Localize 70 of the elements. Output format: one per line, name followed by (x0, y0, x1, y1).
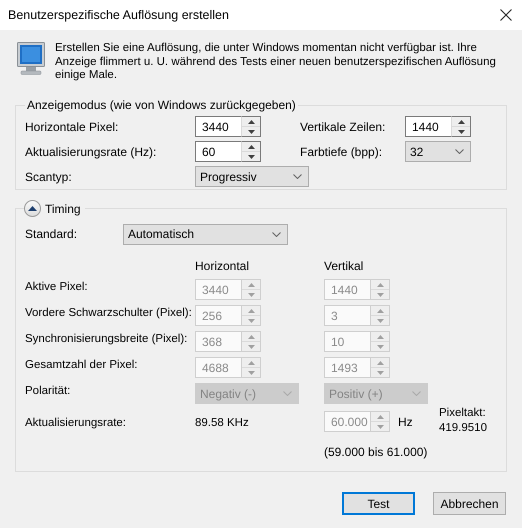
increment-button[interactable] (242, 117, 260, 126)
field-label: Polarität: (25, 384, 72, 397)
chevron-down-icon (293, 174, 302, 179)
field-label: Aktive Pixel: (25, 280, 89, 293)
down-arrow-icon (376, 292, 384, 296)
chevron-down-icon (412, 391, 421, 396)
field-label: Gesamtzahl der Pixel: (25, 358, 138, 371)
number-field[interactable]: 3440 (195, 116, 241, 137)
increment-button[interactable] (452, 117, 470, 126)
frequency-value: 89.58 KHz (195, 416, 250, 429)
increment-button[interactable] (242, 142, 260, 151)
down-arrow-icon (376, 424, 384, 428)
pixel-clock-label: Pixeltakt: (439, 407, 487, 419)
field-label: Vordere Schwarzschulter (Pixel): (25, 306, 193, 319)
down-arrow-icon (458, 130, 464, 134)
field-label: Synchronisierungsbreite (Pixel): (25, 332, 188, 345)
down-arrow-icon (376, 318, 384, 322)
number-field[interactable]: 1440 (405, 116, 451, 137)
monitor-icon (17, 42, 45, 75)
unit-label: Hz (398, 414, 413, 428)
description-text: Erstellen Sie eine Auflösung, die unter Windows momentan nicht verfügbar ist. Ihre Anzeige flimmert u. U. während des Tests einer neuen benutzerspezifischen Auflösung einige Male. (55, 42, 497, 83)
up-arrow-icon (376, 282, 384, 286)
dropdown[interactable]: 32 (405, 141, 471, 162)
up-arrow-icon (376, 308, 384, 312)
field-label: Farbtiefe (bpp): (300, 144, 384, 158)
decrement-button[interactable] (242, 126, 260, 136)
up-arrow-icon (458, 120, 464, 124)
field-label: Aktualisierungsrate (Hz): (25, 144, 158, 158)
up-arrow-icon (248, 334, 254, 338)
column-header: Horizontal (195, 259, 250, 273)
up-arrow-icon (248, 282, 254, 286)
up-arrow-icon (28, 206, 37, 211)
up-arrow-icon (248, 360, 254, 364)
field-label: Scantyp: (25, 170, 73, 184)
number-field[interactable]: 60 (195, 141, 241, 162)
up-arrow-icon (376, 334, 384, 338)
dropdown[interactable]: Automatisch (123, 224, 288, 244)
down-arrow-icon (248, 292, 254, 296)
dialog-button[interactable]: Test (342, 492, 415, 515)
up-arrow-icon (248, 144, 254, 148)
up-arrow-icon (248, 308, 254, 312)
down-arrow-icon (248, 344, 254, 348)
field-label: Horizontale Pixel: (25, 120, 120, 134)
range-text: (59.000 bis 61.000) (324, 445, 428, 459)
down-arrow-icon (376, 344, 384, 348)
chevron-down-icon (455, 149, 464, 154)
dropdown[interactable]: Progressiv (195, 166, 309, 187)
down-arrow-icon (248, 154, 254, 158)
chevron-down-icon (272, 232, 281, 236)
window-title: Benutzerspezifische Auflösung erstellen (8, 8, 229, 22)
column-header: Vertikal (324, 259, 364, 273)
field-label: Vertikale Zeilen: (300, 120, 386, 134)
expander-button[interactable] (24, 200, 41, 217)
pixel-clock-value: 419.9510 (439, 422, 488, 434)
group-label: Timing (45, 202, 81, 216)
decrement-button[interactable] (242, 151, 260, 161)
down-arrow-icon (248, 370, 254, 374)
up-arrow-icon (376, 360, 384, 364)
down-arrow-icon (248, 318, 254, 322)
up-arrow-icon (248, 120, 254, 124)
field-label: Standard: (25, 227, 78, 241)
decrement-button[interactable] (452, 126, 470, 136)
dialog-button[interactable]: Abbrechen (433, 492, 506, 515)
close-icon[interactable] (500, 9, 512, 21)
chevron-down-icon (283, 391, 292, 396)
up-arrow-icon (376, 414, 384, 418)
down-arrow-icon (248, 130, 254, 134)
group-label: Anzeigemodus (wie von Windows zurückgegeben) (26, 98, 297, 112)
down-arrow-icon (376, 370, 384, 374)
field-label: Aktualisierungsrate: (25, 416, 127, 429)
